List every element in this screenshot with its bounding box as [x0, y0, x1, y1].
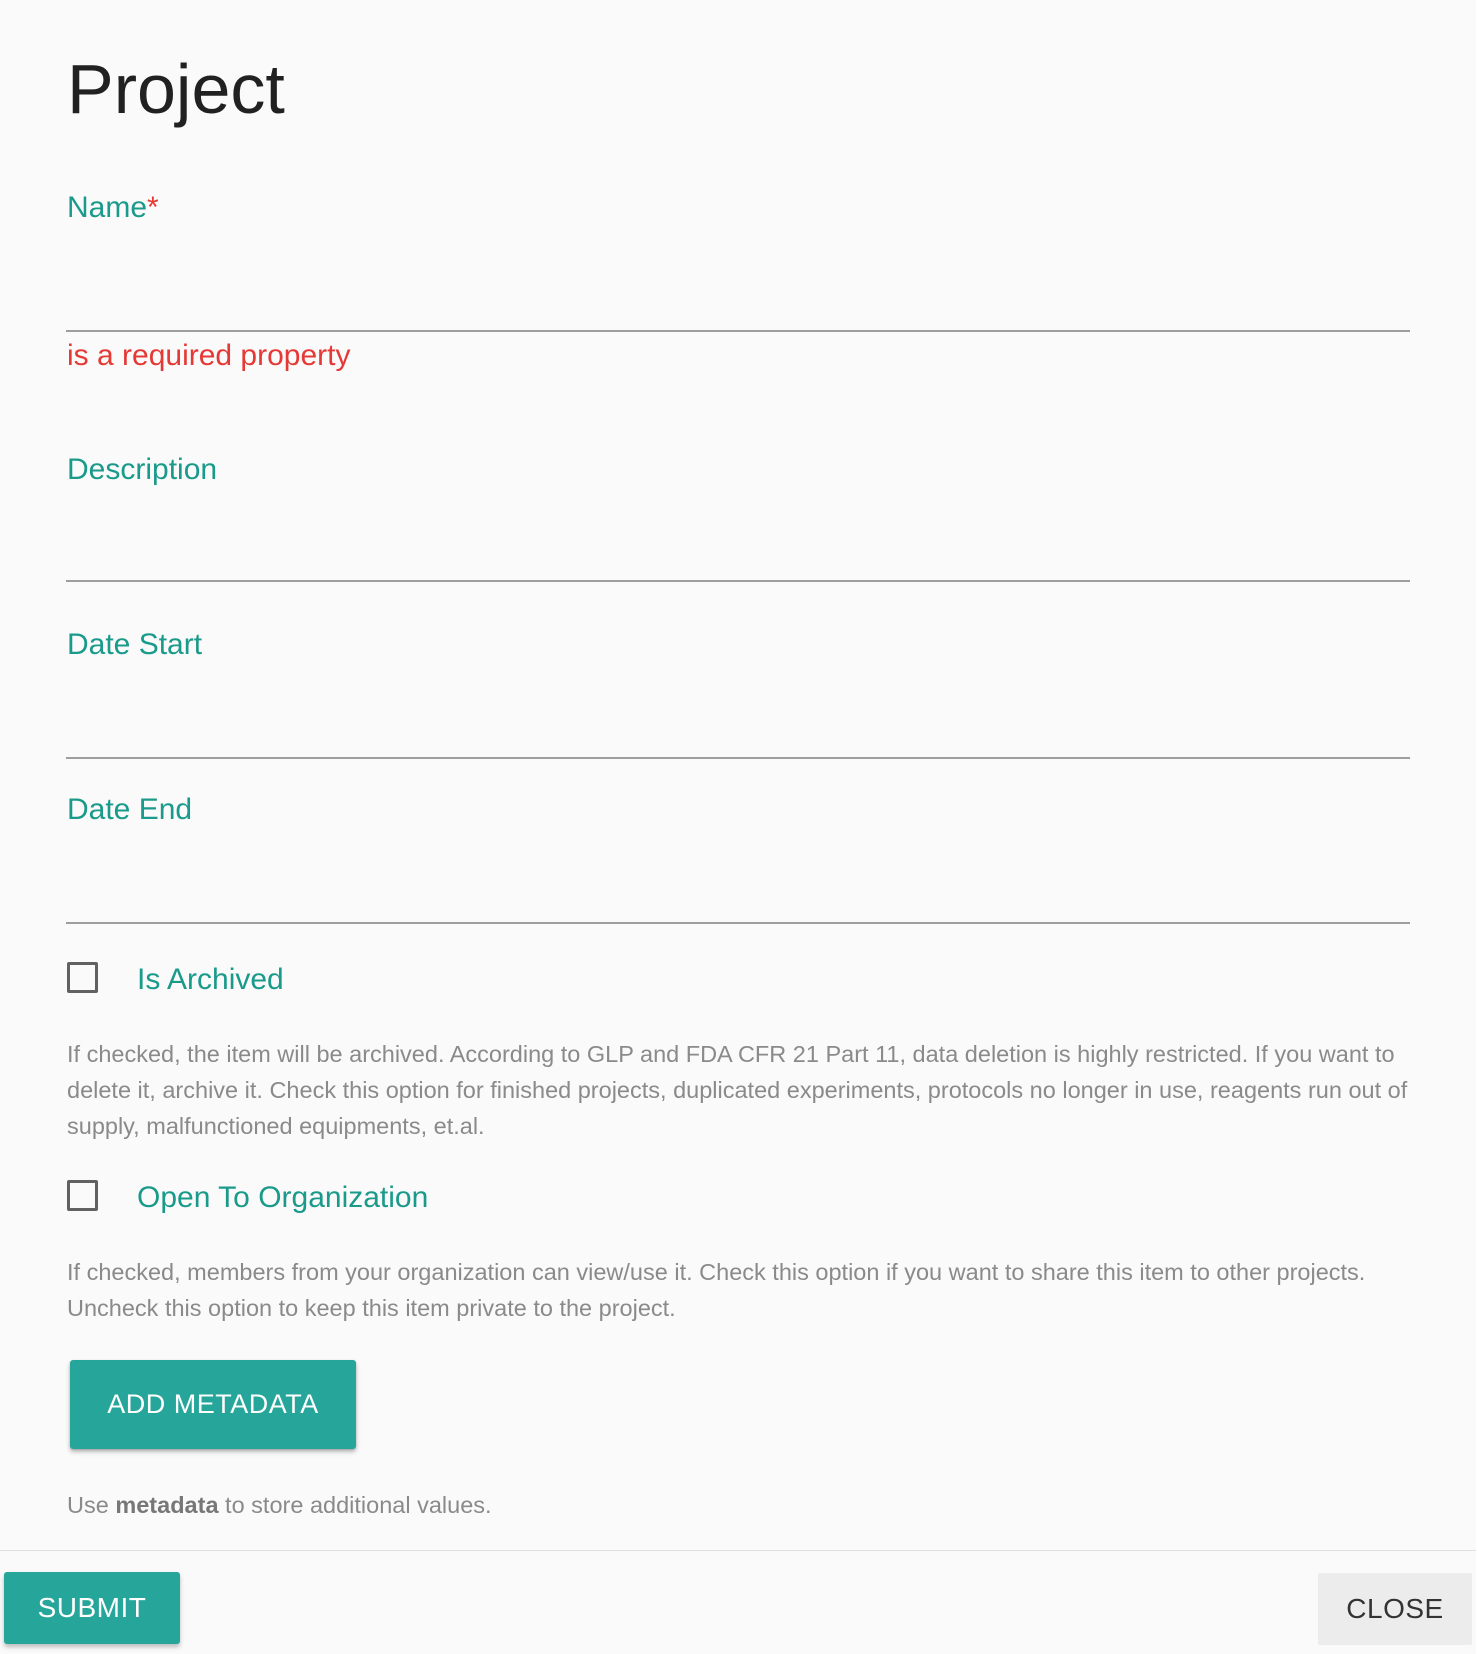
footer-divider — [0, 1550, 1478, 1551]
metadata-help-text: Use metadata to store additional values. — [67, 1487, 1417, 1523]
name-label-text: Name — [67, 191, 148, 224]
description-underline — [66, 580, 1410, 582]
metadata-help-bold: metadata — [115, 1492, 219, 1518]
is-archived-help-text: If checked, the item will be archived. A… — [67, 1041, 1408, 1139]
dialog-title: Project — [67, 50, 285, 128]
name-error-text: is a required property — [67, 339, 351, 372]
date-start-underline — [66, 757, 1410, 759]
add-metadata-button[interactable]: ADD METADATA — [70, 1360, 356, 1449]
open-to-organization-label[interactable]: Open To Organization — [137, 1178, 428, 1218]
description-label: Description — [67, 453, 218, 486]
name-underline — [66, 330, 1410, 332]
open-to-organization-checkbox[interactable] — [67, 1180, 98, 1211]
date-start-label: Date Start — [67, 628, 203, 661]
required-mark: * — [147, 191, 159, 224]
date-end-input[interactable] — [66, 869, 1410, 919]
project-dialog: Project Name* is a required property Des… — [0, 0, 1478, 1654]
close-button[interactable]: CLOSE — [1318, 1573, 1472, 1645]
is-archived-label[interactable]: Is Archived — [137, 960, 284, 1000]
date-start-input[interactable] — [66, 704, 1410, 754]
is-archived-checkbox[interactable] — [67, 962, 98, 993]
name-input[interactable] — [66, 266, 1410, 316]
submit-button[interactable]: SUBMIT — [4, 1572, 180, 1644]
metadata-help-suffix: to store additional values. — [218, 1492, 492, 1518]
description-input[interactable] — [66, 527, 1410, 577]
date-end-underline — [66, 922, 1410, 924]
name-label: Name* — [67, 188, 159, 228]
metadata-help-prefix: Use — [67, 1492, 116, 1518]
open-to-organization-help-text: If checked, members from your organizati… — [67, 1259, 1366, 1321]
date-end-label: Date End — [67, 793, 193, 826]
page: Project Name* is a required property Des… — [0, 0, 1478, 1654]
